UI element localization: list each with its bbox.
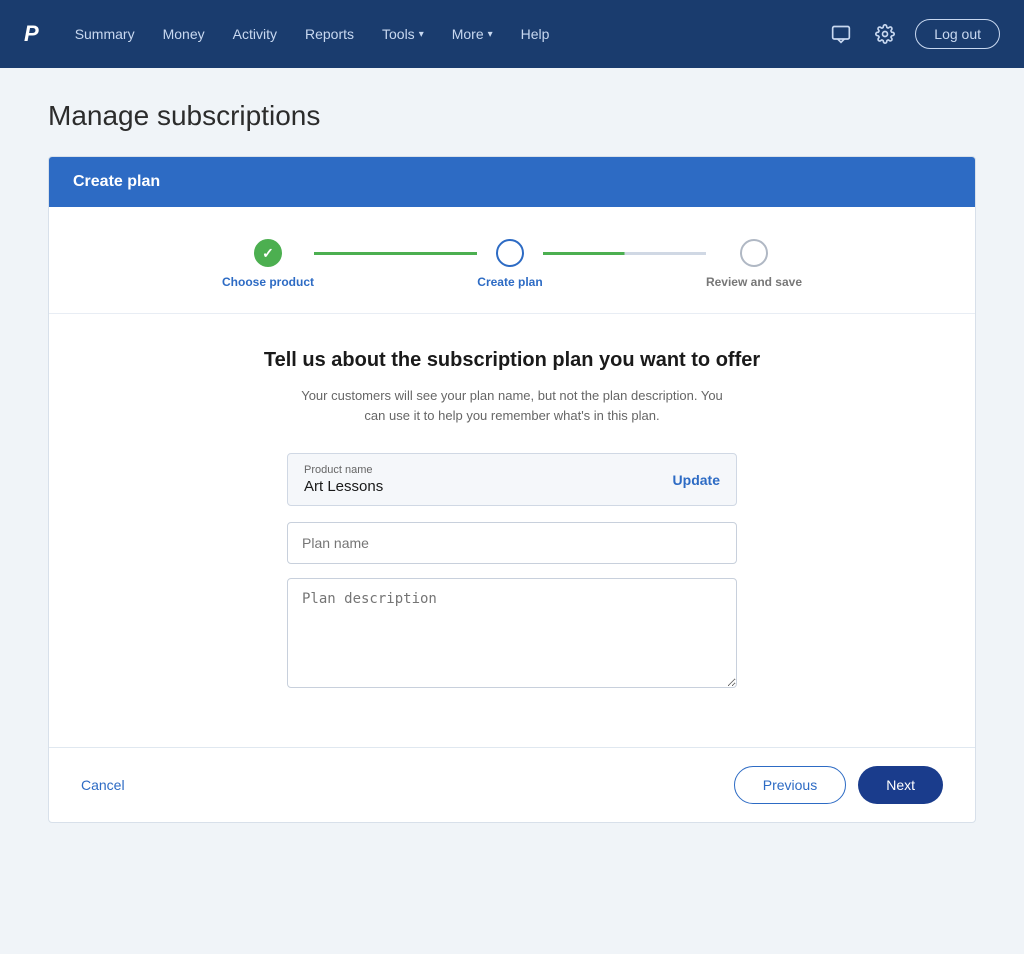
step-label-review-save: Review and save [706, 275, 802, 289]
step-choose-product: Choose product [222, 239, 314, 289]
form-heading: Tell us about the subscription plan you … [97, 346, 927, 374]
step-circle-choose-product [254, 239, 282, 267]
stepper: Choose product Create plan Review and sa… [49, 207, 975, 313]
step-circle-review-save [740, 239, 768, 267]
form-section: Tell us about the subscription plan you … [49, 313, 975, 747]
settings-icon-button[interactable] [871, 20, 899, 48]
checkmark-icon [262, 245, 274, 262]
gear-icon [875, 24, 895, 44]
update-link[interactable]: Update [673, 472, 720, 488]
connector-2 [543, 252, 706, 255]
stepper-inner: Choose product Create plan Review and sa… [222, 239, 802, 289]
nav-item-more[interactable]: More ▾ [440, 18, 505, 50]
card-header-title: Create plan [73, 173, 160, 190]
plan-name-group [287, 522, 737, 564]
product-name-info: Product name Art Lessons [304, 464, 383, 495]
footer-actions: Previous Next [734, 766, 943, 804]
nav-item-help[interactable]: Help [509, 18, 562, 50]
product-name-label: Product name [304, 464, 383, 476]
nav-item-summary[interactable]: Summary [63, 18, 147, 50]
step-label-create-plan: Create plan [477, 275, 542, 289]
previous-button[interactable]: Previous [734, 766, 846, 804]
card-header: Create plan [49, 157, 975, 207]
logout-button[interactable]: Log out [915, 19, 1000, 49]
card-footer: Cancel Previous Next [49, 747, 975, 822]
plan-description-textarea[interactable] [287, 578, 737, 688]
message-icon-button[interactable] [827, 20, 855, 48]
more-chevron-icon: ▾ [488, 29, 493, 40]
connector-1 [314, 252, 477, 255]
message-icon [831, 24, 851, 44]
product-name-value: Art Lessons [304, 478, 383, 495]
create-plan-card: Create plan Choose product Create plan [48, 156, 976, 823]
product-name-row: Product name Art Lessons Update [287, 453, 737, 506]
nav-item-reports[interactable]: Reports [293, 18, 366, 50]
main-content: Manage subscriptions Create plan Choose … [0, 68, 1024, 855]
next-button[interactable]: Next [858, 766, 943, 804]
step-create-plan: Create plan [477, 239, 542, 289]
page-title: Manage subscriptions [48, 100, 976, 132]
navbar-actions: Log out [827, 19, 1000, 49]
nav-item-activity[interactable]: Activity [221, 18, 289, 50]
step-circle-create-plan [496, 239, 524, 267]
step-label-choose-product: Choose product [222, 275, 314, 289]
step-review-save: Review and save [706, 239, 802, 289]
tools-chevron-icon: ▾ [419, 29, 424, 40]
nav-links: Summary Money Activity Reports Tools ▾ M… [63, 18, 828, 50]
form-subtext: Your customers will see your plan name, … [292, 386, 732, 425]
plan-description-group [287, 578, 737, 693]
plan-name-input[interactable] [287, 522, 737, 564]
nav-item-money[interactable]: Money [151, 18, 217, 50]
cancel-link[interactable]: Cancel [81, 777, 125, 793]
paypal-logo: P [24, 21, 39, 47]
nav-item-tools[interactable]: Tools ▾ [370, 18, 436, 50]
navbar: P Summary Money Activity Reports Tools ▾… [0, 0, 1024, 68]
